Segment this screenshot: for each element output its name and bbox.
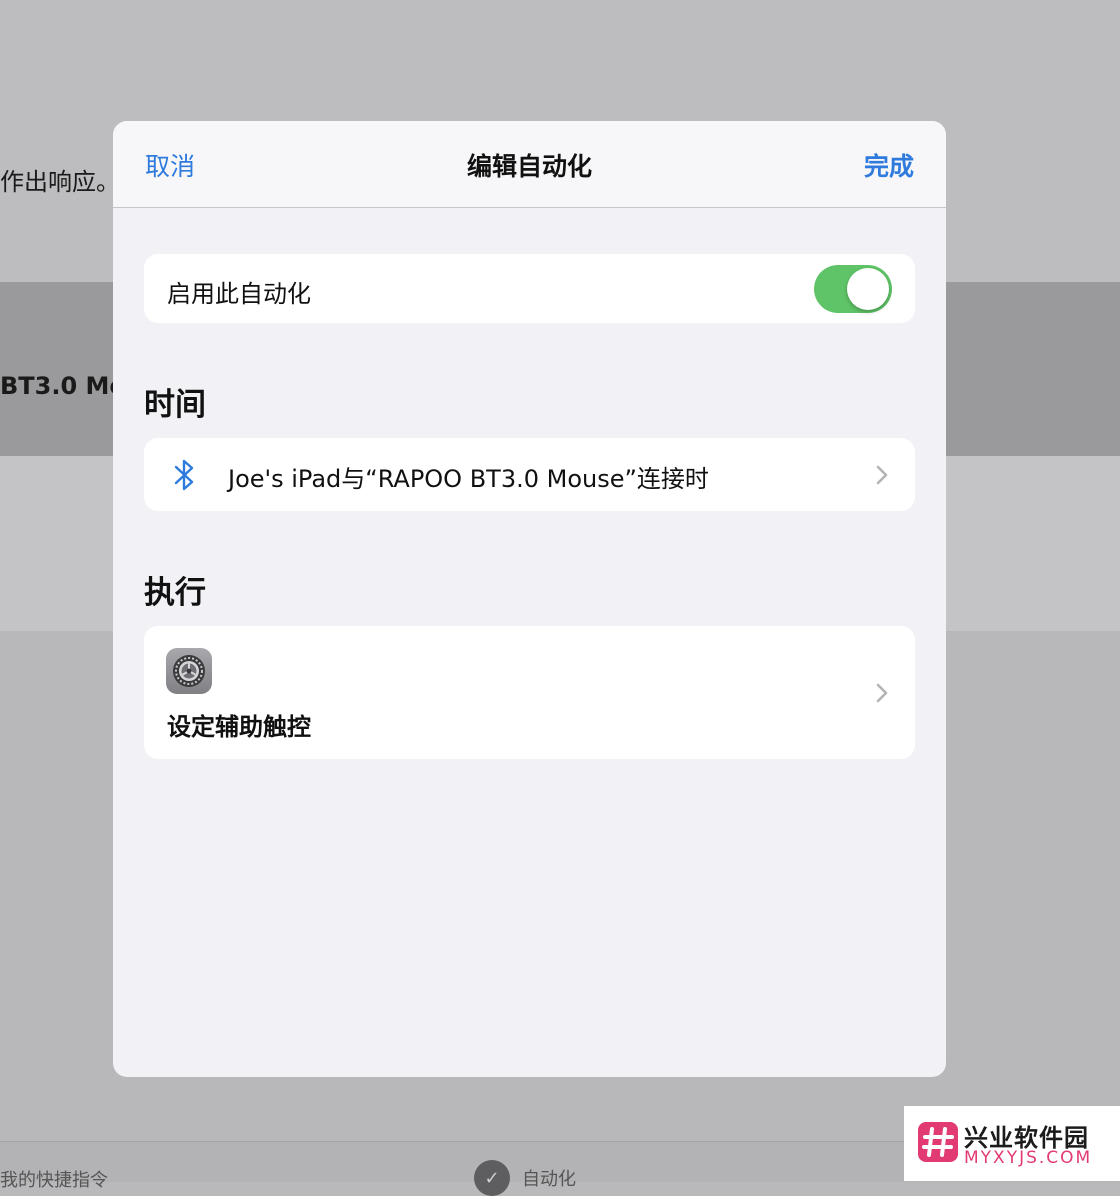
gear-icon xyxy=(173,655,205,687)
action-label: 设定辅助触控 xyxy=(167,713,311,741)
hash-logo-icon xyxy=(918,1122,958,1162)
watermark-subtitle: MYXYJS.COM xyxy=(964,1148,1093,1168)
trigger-row[interactable]: Joe's iPad与“RAPOO BT3.0 Mouse”连接时 xyxy=(144,438,915,511)
settings-icon xyxy=(166,648,212,694)
enable-automation-switch[interactable] xyxy=(814,265,892,313)
enable-automation-row: 启用此自动化 xyxy=(144,254,915,323)
watermark: 兴业软件园 MYXYJS.COM xyxy=(904,1106,1120,1181)
chevron-right-icon xyxy=(876,465,888,485)
done-button[interactable]: 完成 xyxy=(864,147,914,183)
enable-automation-label: 启用此自动化 xyxy=(167,280,311,308)
checkmark-icon: ✓ xyxy=(474,1160,510,1196)
bluetooth-icon xyxy=(174,459,194,491)
tab-automation-label: 自动化 xyxy=(522,1169,576,1190)
sheet-title: 编辑自动化 xyxy=(466,152,592,181)
sheet-navigation-bar: 取消 编辑自动化 完成 xyxy=(113,121,946,208)
action-row[interactable]: 设定辅助触控 xyxy=(144,626,915,759)
switch-knob xyxy=(847,268,889,310)
edit-automation-sheet: 取消 编辑自动化 完成 启用此自动化 时间 Joe's iPad与“RAPOO … xyxy=(113,121,946,1077)
background-description-text: 作出响应。 xyxy=(0,168,120,196)
tab-my-shortcuts: 我的快捷指令 xyxy=(0,1170,108,1191)
tab-automation: ✓ 自动化 xyxy=(474,1160,576,1196)
trigger-description: Joe's iPad与“RAPOO BT3.0 Mouse”连接时 xyxy=(228,465,709,493)
section-header-time: 时间 xyxy=(144,387,206,423)
chevron-right-icon xyxy=(876,683,888,703)
section-header-execute: 执行 xyxy=(144,575,206,611)
